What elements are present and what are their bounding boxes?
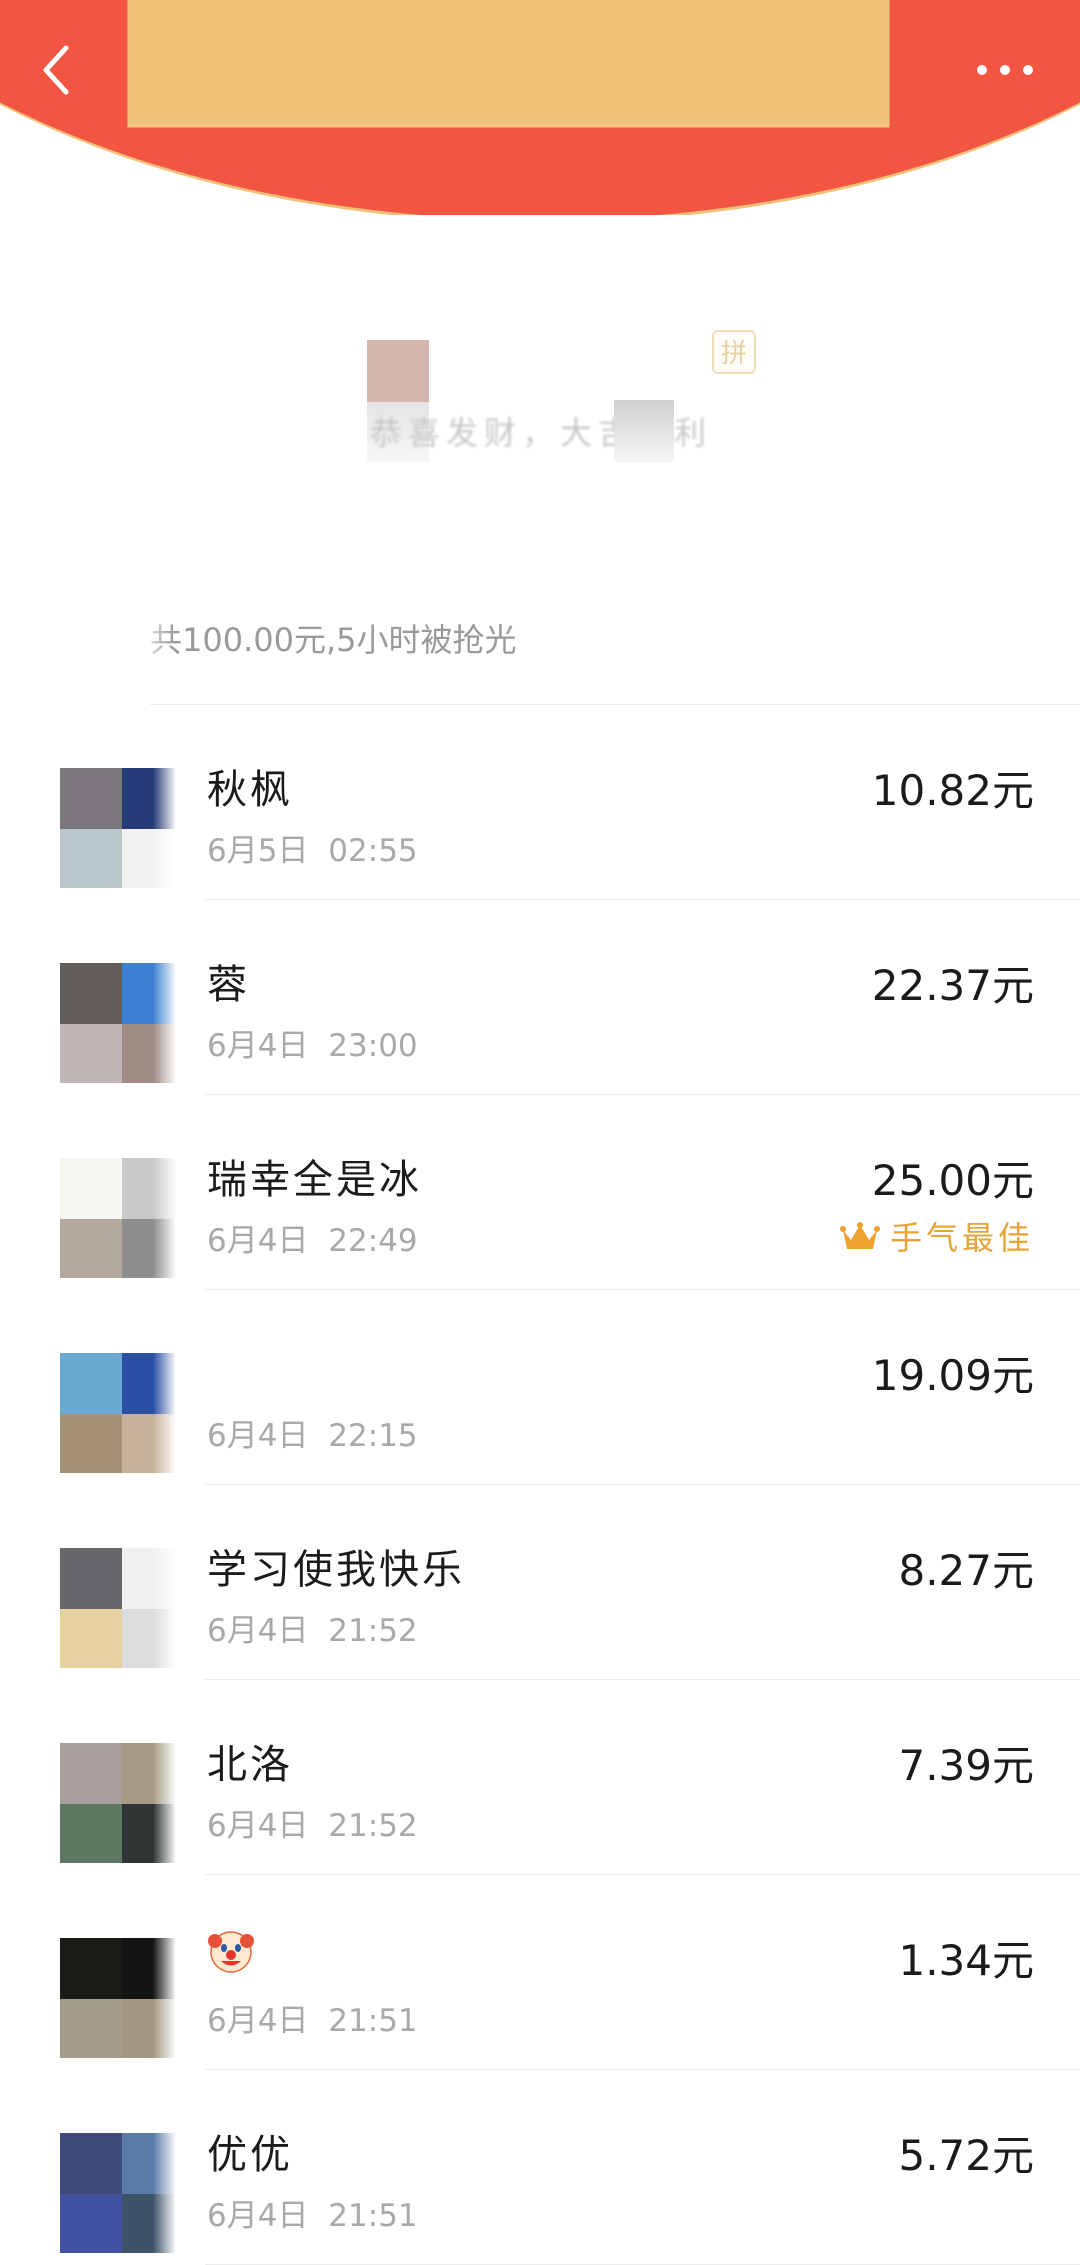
- record-row[interactable]: 6月4日 21:51 1.34元: [0, 1875, 1080, 2070]
- record-row[interactable]: 学习使我快乐 6月4日 21:52 8.27元: [0, 1485, 1080, 1680]
- more-button[interactable]: [970, 50, 1040, 90]
- red-envelope-arc: [0, 0, 1080, 215]
- sender-info: 拼 恭喜发财，大吉大利: [0, 330, 1080, 480]
- avatar[interactable]: [60, 768, 175, 888]
- record-time: 6月4日 23:00: [207, 1028, 418, 1064]
- record-name: 北洛: [207, 1742, 293, 1788]
- crown-icon: [839, 1222, 880, 1249]
- record-time: 6月5日 02:55: [207, 833, 418, 869]
- record-time: 6月4日 21:52: [207, 1613, 418, 1649]
- avatar[interactable]: [60, 1938, 175, 2058]
- record-amount: 7.39元: [898, 1741, 1034, 1790]
- record-amount: 22.37元: [871, 961, 1034, 1010]
- record-amount: 19.09元: [871, 1351, 1034, 1400]
- pin-badge: 拼: [712, 330, 756, 374]
- record-time: 6月4日 22:15: [207, 1418, 418, 1454]
- record-name: 学习使我快乐: [207, 1547, 465, 1593]
- avatar[interactable]: [60, 963, 175, 1083]
- header-banner: [0, 0, 1080, 215]
- summary-text: 共100.00元,5小时被抢光: [150, 621, 517, 659]
- record-name: 秋枫: [207, 767, 293, 813]
- record-row[interactable]: 蓉 6月4日 23:00 22.37元: [0, 900, 1080, 1095]
- avatar[interactable]: [60, 1548, 175, 1668]
- record-time: 6月4日 21:52: [207, 1808, 418, 1844]
- avatar[interactable]: [60, 1353, 175, 1473]
- best-luck-badge: 手气最佳: [839, 1213, 1034, 1259]
- more-horizontal-icon: [977, 65, 1033, 75]
- record-time: 6月4日 21:51: [207, 2003, 418, 2039]
- greeting-mask: [614, 400, 674, 462]
- record-amount: 8.27元: [898, 1546, 1034, 1595]
- record-name: 蓉: [207, 962, 250, 1008]
- record-row[interactable]: 优优 6月4日 21:51 5.72元: [0, 2070, 1080, 2265]
- avatar[interactable]: [60, 1158, 175, 1278]
- record-amount: 10.82元: [871, 766, 1034, 815]
- record-row[interactable]: 6月4日 22:15 19.09元: [0, 1290, 1080, 1485]
- chevron-left-icon: [43, 45, 69, 95]
- record-time: 6月4日 21:51: [207, 2198, 418, 2234]
- record-amount: 25.00元: [871, 1156, 1034, 1205]
- record-amount: 5.72元: [898, 2131, 1034, 2180]
- record-name: [207, 1927, 255, 1979]
- avatar[interactable]: [60, 1743, 175, 1863]
- summary-fade: [135, 605, 175, 665]
- record-row[interactable]: 北洛 6月4日 21:52 7.39元: [0, 1680, 1080, 1875]
- record-name: 优优: [207, 2132, 293, 2178]
- record-list: 秋枫 6月5日 02:55 10.82元 蓉 6月4日 23:00 22.37元…: [0, 705, 1080, 2265]
- record-amount: 1.34元: [898, 1936, 1034, 1985]
- back-button[interactable]: [30, 40, 90, 100]
- record-time: 6月4日 22:49: [207, 1223, 418, 1259]
- best-luck-label: 手气最佳: [889, 1219, 1034, 1257]
- record-row[interactable]: 秋枫 6月5日 02:55 10.82元: [0, 705, 1080, 900]
- clown-face-icon: [208, 1931, 254, 1973]
- record-row[interactable]: 瑞幸全是冰 6月4日 22:49 25.00元 手气最佳: [0, 1095, 1080, 1290]
- record-name: 瑞幸全是冰: [207, 1157, 422, 1203]
- avatar[interactable]: [60, 2133, 175, 2253]
